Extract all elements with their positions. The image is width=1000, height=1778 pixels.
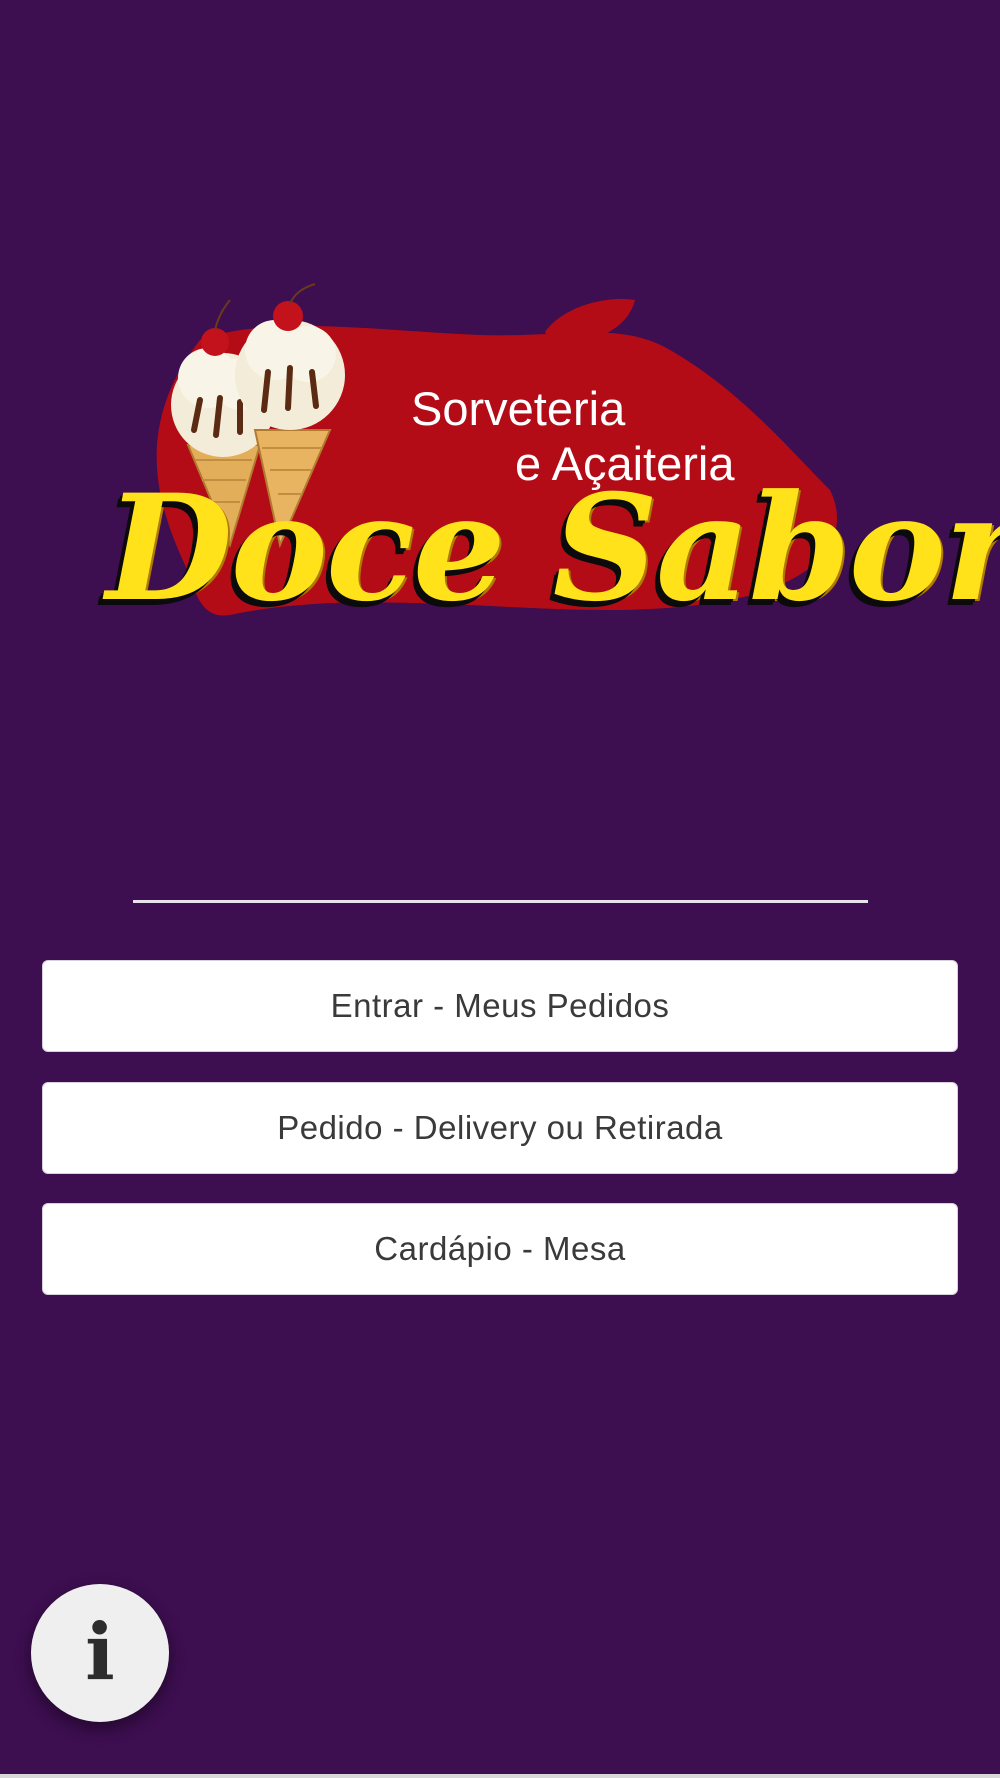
info-icon: i <box>85 1607 115 1698</box>
brand-name: Doce Sabor <box>106 463 1000 634</box>
brand-logo: Sorveteria e Açaiteria Doce Sabor <box>90 280 1000 700</box>
divider <box>133 900 868 903</box>
info-button[interactable]: i <box>31 1584 169 1722</box>
bottom-edge <box>0 1774 1000 1778</box>
table-menu-button[interactable]: Cardápio - Mesa <box>42 1203 958 1295</box>
login-my-orders-button[interactable]: Entrar - Meus Pedidos <box>42 960 958 1052</box>
delivery-pickup-order-button[interactable]: Pedido - Delivery ou Retirada <box>42 1082 958 1174</box>
brand-subtitle-line1: Sorveteria <box>411 382 626 435</box>
